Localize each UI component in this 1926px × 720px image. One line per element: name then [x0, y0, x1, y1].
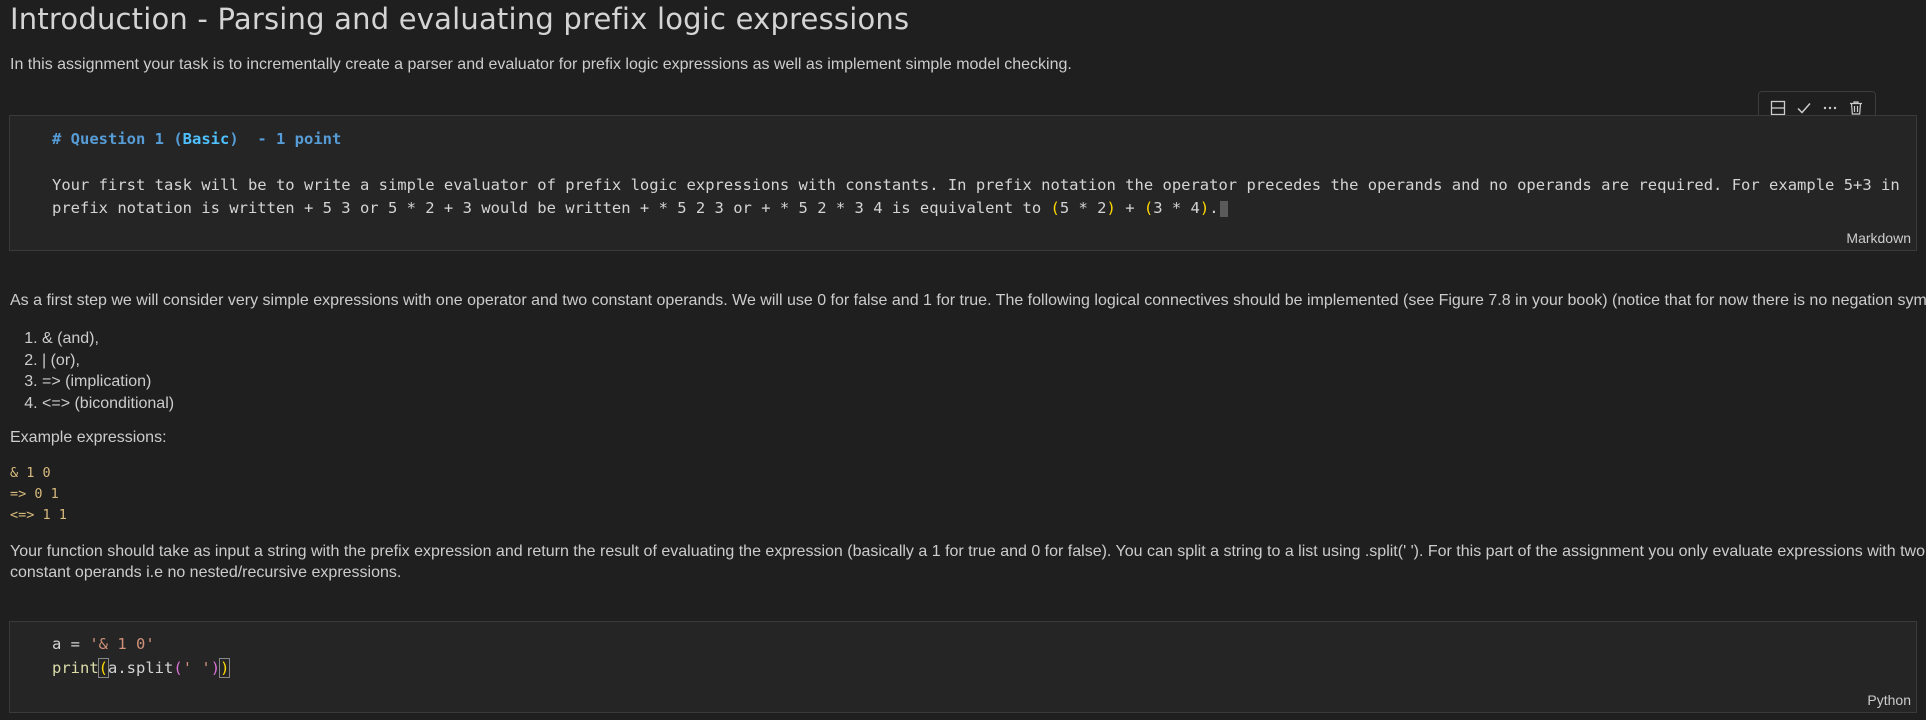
cell-text-line-2: prefix notation is written + 5 3 or 5 * …	[52, 199, 1228, 217]
list-item: | (or),	[42, 350, 174, 372]
example-expression: => 0 1	[10, 486, 59, 502]
code-line-2: print(a.split(' '))	[52, 658, 231, 678]
list-item: & (and),	[42, 328, 174, 350]
connectives-list: & (and), | (or), => (implication) <=> (b…	[10, 328, 174, 414]
example-label: Example expressions:	[10, 429, 167, 446]
example-expression: <=> 1 1	[10, 507, 67, 523]
cell-language-markdown[interactable]: Markdown	[1846, 230, 1911, 246]
text-cursor	[1219, 200, 1228, 217]
markdown-cell[interactable]: # Question 1 (Basic) - 1 point Your firs…	[9, 115, 1917, 251]
cell-language-python[interactable]: Python	[1867, 692, 1911, 708]
python-code-cell[interactable]: a = '& 1 0' print(a.split(' ')) Python	[9, 621, 1917, 713]
code-line-1: a = '& 1 0'	[52, 635, 155, 653]
list-item: => (implication)	[42, 371, 174, 393]
function-paragraph-line-2: constant operands i.e no nested/recursiv…	[10, 564, 402, 581]
cell-heading: # Question 1 (Basic) - 1 point	[52, 130, 342, 148]
function-paragraph-line-1: Your function should take as input a str…	[10, 543, 1925, 560]
first-step-paragraph: As a first step we will consider very si…	[10, 292, 1926, 309]
intro-paragraph: In this assignment your task is to incre…	[10, 56, 1072, 73]
example-expression: & 1 0	[10, 465, 51, 481]
page-title: Introduction - Parsing and evaluating pr…	[10, 2, 910, 36]
cell-text-line-1: Your first task will be to write a simpl…	[52, 176, 1900, 194]
list-item: <=> (biconditional)	[42, 393, 174, 415]
